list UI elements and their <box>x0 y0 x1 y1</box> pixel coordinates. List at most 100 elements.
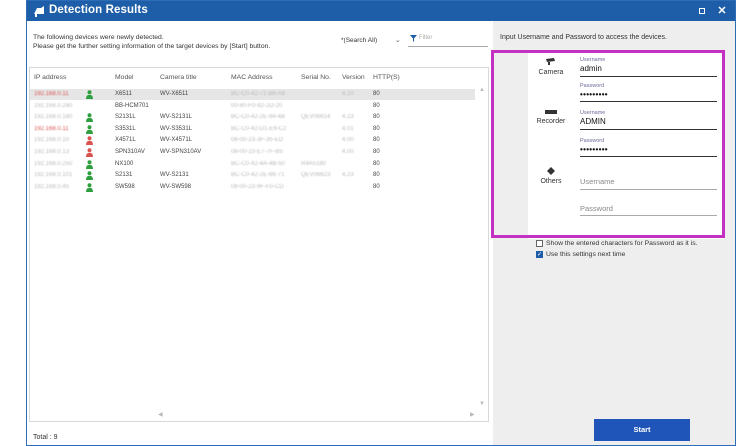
cell-version: 4.23 <box>342 172 354 179</box>
cell-http: 80 <box>373 91 380 97</box>
info-line-1: The following devices were newly detecte… <box>33 34 164 41</box>
total-count: Total : 9 <box>33 434 58 441</box>
recorder-password-field[interactable]: Password ••••••••• <box>580 138 717 157</box>
user-status-icon <box>86 183 93 192</box>
cell-ip: 192.168.0.10 <box>34 137 70 144</box>
table-row[interactable]: 192.168.0.240 BB-HCM701 00-80-F0-82-2D-20 8… <box>30 101 475 112</box>
scroll-up-icon[interactable]: ▲ <box>479 87 485 93</box>
show-password-label: Show the entered characters for Password… <box>546 240 698 247</box>
detection-results-window: Detection Results ✕ The following device… <box>26 0 736 446</box>
cell-mac: BC-C0-42-71-B6-A8 <box>231 91 286 97</box>
cell-http: 80 <box>373 172 380 179</box>
use-settings-label: Use this settings next time <box>546 251 626 258</box>
filter-icon <box>410 35 417 42</box>
table-row[interactable]: 192.168.0.13 SPN310AV WV-SPN310AV 08-00-23-… <box>30 147 475 158</box>
cell-mac: BC-C0-42-2E-66-71 <box>231 172 285 179</box>
cell-camera-title: WV-SPN310AV <box>160 149 202 155</box>
recorder-username-field[interactable]: Username ADMIN <box>580 110 717 130</box>
table-row[interactable]: 192.168.0.180 S2131L WV-S2131L BC-C0-42-2E-… <box>30 112 475 123</box>
column-header-model[interactable]: Model <box>115 74 134 81</box>
table-header: IP address Model Camera title MAC Addres… <box>30 68 488 87</box>
restore-button[interactable] <box>695 4 709 18</box>
cell-mac: BC-C0-42-4A-4B-50 <box>231 160 286 167</box>
cell-mac: BC-C0-42-2E-94-4B <box>231 114 286 121</box>
camera-icon <box>546 58 555 65</box>
vertical-scrollbar[interactable]: ▲ ▼ <box>478 87 487 409</box>
cell-ip: 192.168.0.11 <box>34 125 69 132</box>
search-scope-dropdown[interactable]: *(Search All) ⌄ <box>341 37 401 44</box>
credentials-pane: Input Username and Password to access th… <box>493 21 735 445</box>
cell-model: BB-HCM701 <box>115 102 149 109</box>
start-button[interactable]: Start <box>594 419 690 441</box>
scroll-left-icon[interactable]: ◀ <box>158 411 163 418</box>
credentials-header: Input Username and Password to access th… <box>500 34 667 41</box>
scroll-down-icon[interactable]: ▼ <box>479 401 485 407</box>
category-camera: Camera <box>528 57 574 76</box>
others-username-placeholder: Username <box>580 177 615 186</box>
cell-model: SPN310AV <box>115 149 145 155</box>
category-recorder-label: Recorder <box>536 118 566 125</box>
table-row[interactable]: 192.168.0.45 SW598 WV-SW598 08-00-23-9F-F0-… <box>30 182 475 193</box>
filter-input[interactable]: Filter <box>408 33 488 47</box>
cell-model: SW598 <box>115 183 135 190</box>
cell-version: 4.10 <box>342 91 354 97</box>
close-button[interactable]: ✕ <box>715 4 729 18</box>
device-table: IP address Model Camera title MAC Addres… <box>29 67 489 422</box>
cell-version: 4.00 <box>342 137 354 144</box>
cell-version: 4.23 <box>342 114 354 121</box>
others-password-field[interactable]: Password <box>580 202 717 216</box>
info-line-2: Please get the further setting informati… <box>33 43 271 50</box>
cell-camera-title: WV-S2131L <box>160 114 193 121</box>
table-row[interactable]: 192.168.0.101 S2131 WV-S2131 BC-C0-42-2E-66… <box>30 170 475 181</box>
info-text: The following devices were newly detecte… <box>33 33 270 51</box>
camera-username-field[interactable]: Username admin <box>580 57 717 77</box>
window-title: Detection Results <box>49 4 148 16</box>
column-header-camera-title[interactable]: Camera title <box>160 74 197 81</box>
recorder-icon <box>545 110 557 114</box>
camera-password-field[interactable]: Password ••••••••• <box>580 83 717 102</box>
camera-password-value: ••••••••• <box>580 90 608 99</box>
user-status-icon <box>86 171 93 181</box>
user-status-icon <box>86 90 93 99</box>
column-header-version[interactable]: Version <box>342 74 365 81</box>
cell-http: 80 <box>373 125 380 132</box>
camera-password-label: Password <box>580 83 605 89</box>
category-others: Others <box>528 167 574 185</box>
cell-model: X6511 <box>115 91 132 97</box>
cell-mac: BC-C0-42-D1-E9-C2 <box>231 125 287 132</box>
cell-ip: 192.168.0.45 <box>34 183 70 190</box>
column-header-serial[interactable]: Serial No. <box>301 74 331 81</box>
cell-http: 80 <box>373 149 380 155</box>
scroll-right-icon[interactable]: ▶ <box>470 411 475 418</box>
app-icon <box>34 6 44 17</box>
title-bar[interactable]: Detection Results ✕ <box>27 1 735 21</box>
cell-ip: 192.168.0.250 <box>34 160 73 167</box>
camera-username-value: admin <box>580 64 602 73</box>
cell-camera-title: WV-S3531L <box>160 125 193 132</box>
table-row[interactable]: 192.168.0.250 NX100 BC-C0-42-4A-4B-50 R4A51… <box>30 159 475 170</box>
filter-placeholder: Filter <box>419 35 433 41</box>
cell-mac: 08-00-23-E7-7F-B5 <box>231 149 283 155</box>
table-row[interactable]: 192.168.0.10 X4571L WV-X4571L 08-00-23-3F-3… <box>30 135 475 146</box>
others-username-field[interactable]: Username <box>580 175 717 190</box>
column-header-mac[interactable]: MAC Address <box>231 74 273 81</box>
show-password-box[interactable] <box>536 240 543 247</box>
cell-camera-title: WV-X6511 <box>160 91 189 97</box>
user-status-icon <box>86 136 93 146</box>
table-row[interactable]: 192.168.0.11 S3531L WV-S3531L BC-C0-42-D1-E… <box>30 124 475 135</box>
checkmark-icon[interactable]: ✓ <box>536 251 543 258</box>
cell-http: 80 <box>373 137 380 144</box>
close-icon: ✕ <box>717 5 727 17</box>
cell-version: 4.01 <box>342 125 354 132</box>
column-header-ip[interactable]: IP address <box>34 74 66 81</box>
cell-camera-title: WV-S2131 <box>160 172 189 179</box>
column-header-http[interactable]: HTTP(S) <box>373 74 400 81</box>
user-status-icon <box>86 148 93 157</box>
cell-http: 80 <box>373 114 380 121</box>
table-row[interactable]: 192.168.0.11 X6511 WV-X6511 BC-C0-42-71-B6-… <box>30 89 475 101</box>
recorder-username-label: Username <box>580 110 606 116</box>
cell-version: 4.00 <box>342 149 354 155</box>
cell-camera-title: WV-X4571L <box>160 137 193 144</box>
cell-mac: 08-00-23-9F-F0-CD <box>231 183 284 190</box>
chevron-down-icon: ⌄ <box>395 37 401 44</box>
